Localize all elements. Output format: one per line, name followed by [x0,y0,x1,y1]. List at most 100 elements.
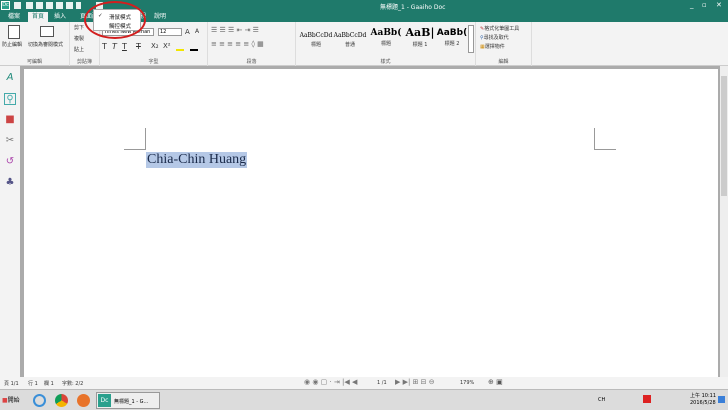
format-painter-label: 格式化筆圖工具 [484,26,520,32]
underline-button[interactable]: T [122,42,127,51]
highlight-icon[interactable] [176,49,184,51]
prevent-edit-icon[interactable] [8,25,20,39]
clock-time[interactable]: 上午 10:11 [690,392,716,399]
clock-date[interactable]: 2016/5/28 [690,400,716,406]
scan-icon[interactable] [66,2,73,9]
group-label: 編輯 [498,59,509,65]
group-styles: AaBbCcDd 標題 AaBbCcDd 普通 AaBb( 標題 AaB| 標題 1 A… [296,22,476,66]
bold-button[interactable]: T [102,42,107,51]
left-toolbar: A ⚲ ■ ✂ ↺ ♣ [0,66,20,377]
style-label: 普通 [344,42,355,48]
app-title: 無標題_1 - G... [114,399,149,405]
superscript-button[interactable]: X² [163,42,171,50]
page-status: 頁 1/1 [4,381,19,387]
page-number-input[interactable]: 1 /1 [377,380,387,386]
find-replace-label: 尋找及取代 [483,35,509,41]
start-label: 開始 [7,397,20,404]
group-editing: ✎格式化筆圖工具 ⚲尋找及取代 ▦選擇物件 編輯 [476,22,532,66]
save-icon[interactable] [36,2,43,9]
annotation-circle [84,1,146,39]
italic-button[interactable]: T [112,42,117,51]
list-buttons[interactable]: ☰ ☰ ☰ ⇤ ⇥ ☰ [211,26,259,34]
start-button[interactable]: ■開始 [2,395,20,404]
nav-next-buttons[interactable]: ▶ ▶| ⊞ ⊟ ⊖ [395,378,435,386]
group-label: 可編輯 [26,59,42,65]
scroll-thumb[interactable] [721,76,727,196]
document-page[interactable] [24,69,718,377]
paste-button[interactable]: 貼上 [74,46,84,53]
tab-file[interactable]: 檔案 [2,12,26,22]
strikethrough-button[interactable]: T [136,42,141,51]
close-button[interactable]: ✕ [716,1,722,9]
show-desktop-button[interactable] [718,396,725,403]
column-status: 欄 1 [44,381,54,387]
subscript-button[interactable]: X₂ [151,42,159,50]
style-sample: AaBb( [370,28,402,38]
search-icon[interactable]: ⚲ [4,93,16,105]
group-label: 字型 [148,59,159,65]
window-title: 無標題_1 - Gaaiho Doc [380,4,446,11]
grow-font-button[interactable]: A [185,28,190,36]
org-chart-icon[interactable]: ♣ [4,177,16,189]
style-label: 標題 2 [444,41,460,47]
new-icon[interactable] [14,2,21,9]
style-sample: AaBbCcDd [299,32,333,39]
tray-icon[interactable] [643,395,651,403]
app-logo: Dc [1,1,10,10]
style-label: 標題 [310,42,321,48]
cut-button[interactable]: 剪下 [74,24,84,31]
group-editable: 防止編輯 切換為審閱模式 可編輯 [0,22,70,66]
find-replace-button[interactable]: ⚲尋找及取代 [480,34,509,41]
style-heading-2[interactable]: AaBb( 標題 2 [436,28,468,47]
tab-insert[interactable]: 插入 [50,12,70,22]
taskbar: ■開始 Dc 無標題_1 - G... CH 上午 10:11 2016/5/2… [0,389,728,410]
undo-icon[interactable] [76,2,81,9]
style-label: 標題 [380,41,391,47]
print-icon[interactable] [56,2,63,9]
crop-mark [124,128,146,150]
styles-scrollbar[interactable] [468,25,474,53]
history-icon[interactable]: ↺ [4,156,16,168]
switch-review-button[interactable]: 切換為審閱模式 [28,41,63,48]
font-color-icon[interactable] [190,49,198,51]
font-size-select[interactable]: 12 [158,28,182,36]
shrink-font-button[interactable]: A [195,28,199,35]
chrome-icon[interactable] [55,394,68,407]
language-indicator[interactable]: CH [598,397,605,403]
select-object-button[interactable]: ▦選擇物件 [480,43,505,50]
nav-buttons[interactable]: ◉ ◉ ▢ · ⇥ |◀ ◀ [304,378,357,386]
style-label: 標題 1 [412,42,428,48]
style-sample: AaBb( [436,28,468,38]
group-label: 段落 [246,59,257,65]
copy-button[interactable]: 複製 [74,35,84,42]
open-icon[interactable] [26,2,33,9]
email-icon[interactable] [46,2,53,9]
shapes-icon[interactable]: ■ [4,114,16,126]
group-paragraph: ☰ ☰ ☰ ⇤ ⇥ ☰ ≡ ≡ ≡ ≡ ≡ ◊ ▦ 段落 [208,22,296,66]
format-painter-button[interactable]: ✎格式化筆圖工具 [480,25,519,32]
style-heading-1[interactable]: AaB| 標題 1 [402,26,438,48]
tools-icon[interactable]: ✂ [4,135,16,147]
style-heading[interactable]: AaBb( 標題 [368,28,404,47]
vertical-scrollbar[interactable] [720,66,728,377]
prevent-edit-button[interactable]: 防止編輯 [2,41,22,48]
zoom-select[interactable]: 179% [460,380,474,386]
tab-help[interactable]: 說明 [150,12,170,22]
taskbar-app-button[interactable]: Dc 無標題_1 - G... [96,392,160,409]
text-tool-icon[interactable]: A [4,72,16,84]
selected-text[interactable]: Chia-Chin Huang [146,152,248,168]
crop-mark [594,128,616,150]
style-title[interactable]: AaBbCcDd 標題 [298,28,334,48]
tab-home[interactable]: 首頁 [28,12,48,22]
firefox-icon[interactable] [77,394,90,407]
zoom-in-icon[interactable]: ⊕ ▣ [488,378,503,386]
style-sample: AaBbCcDd [333,32,367,39]
restore-button[interactable]: ▫ [702,1,707,9]
review-mode-icon[interactable] [40,26,54,37]
select-object-label: 選擇物件 [484,44,505,50]
group-label: 樣式 [380,59,391,65]
ie-icon[interactable] [33,394,46,407]
style-normal[interactable]: AaBbCcDd 普通 [332,28,368,48]
minimize-button[interactable]: _ [690,1,694,9]
align-buttons[interactable]: ≡ ≡ ≡ ≡ ≡ ◊ ▦ [211,40,264,48]
